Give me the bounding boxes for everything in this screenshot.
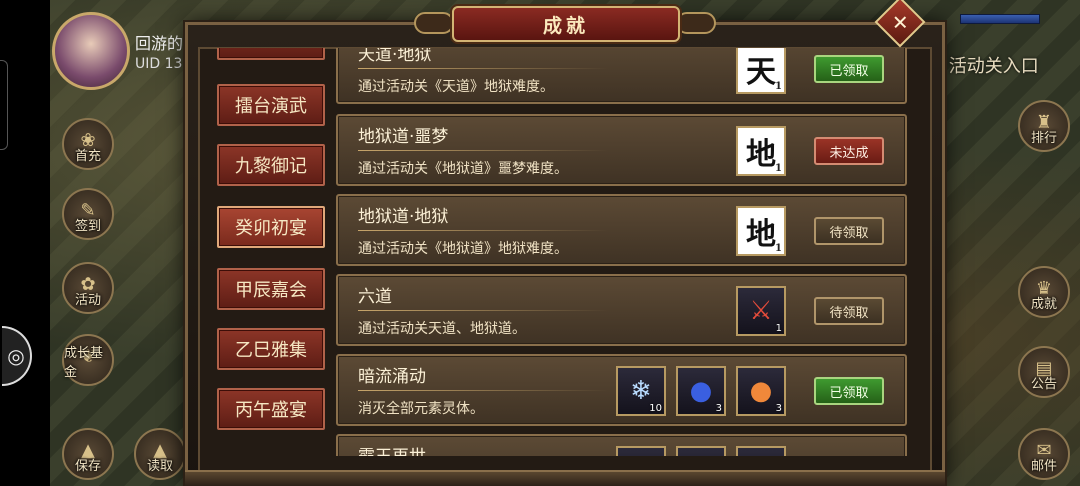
reward-item[interactable]: ● 3 (676, 366, 726, 416)
rank-label: 排行 (1030, 131, 1057, 146)
sign-in-button[interactable]: ✎ 签到 (62, 188, 114, 240)
title-ornament-right (676, 12, 716, 34)
achievement-title: 地狱道·噩梦 (358, 127, 449, 147)
reward-count: 1 (775, 163, 782, 174)
achievement-desc: 通过活动关《地狱道》噩梦难度。 (358, 161, 568, 177)
panel-bottom-frame (185, 470, 945, 486)
reward-glyph: 地 (746, 217, 776, 252)
reward-item[interactable]: ⚔ 1 (736, 286, 786, 336)
reward-glyph: 天 (746, 55, 776, 90)
player-avatar[interactable] (52, 12, 130, 90)
reward-count: 1 (775, 323, 782, 334)
edge-handle[interactable] (0, 60, 8, 150)
status-button[interactable]: 待领取 (814, 297, 884, 325)
achievement-desc: 消灭全部元素灵体。 (358, 401, 484, 417)
status-button[interactable]: 已领取 (814, 55, 884, 83)
orange-berry-icon: ● (749, 376, 773, 406)
growth-fund-button[interactable]: ❦ 成长基金 (62, 334, 114, 386)
reward-item[interactable] (736, 446, 786, 456)
reward-count: 3 (715, 403, 722, 414)
tab-jiuli-yuji[interactable]: 九黎御记 (217, 144, 325, 186)
row-divider (358, 68, 608, 69)
achievement-title: 六道 (358, 287, 392, 307)
sword-icon: ⚔ (749, 296, 773, 326)
blue-berry-icon: ● (689, 376, 713, 406)
reward-item[interactable]: 天 1 (736, 48, 786, 94)
growth-fund-label: 成长基金 (64, 346, 104, 380)
panel-title: 成就 (452, 6, 680, 42)
status-button[interactable]: 已领取 (814, 377, 884, 405)
reward-item[interactable] (676, 446, 726, 456)
rank-button[interactable]: ♜ 排行 (1018, 100, 1070, 152)
reward-item[interactable]: ● 3 (736, 366, 786, 416)
mail-button[interactable]: ✉ 邮件 (1018, 428, 1070, 480)
energy-bar (960, 14, 1040, 24)
reward-count: 1 (775, 243, 782, 254)
achievement-list[interactable]: 天道·地狱 通过活动关《天道》地狱难度。 天 1 已领取 地狱道·噩梦 通过活动… (336, 48, 907, 456)
title-ornament-left (414, 12, 454, 34)
close-icon: ✕ (891, 9, 909, 34)
reward-count: 1 (775, 81, 782, 92)
status-button[interactable]: 待领取 (814, 217, 884, 245)
status-button[interactable]: 未达成 (814, 137, 884, 165)
achievement-row: 六道 通过活动关天道、地狱道。 ⚔ 1 待领取 (336, 274, 907, 346)
tab-yisi-yaji[interactable]: 乙巳雅集 (217, 328, 325, 370)
achievement-row: 霸王再世 (336, 434, 907, 456)
crystal-icon: ❄ (630, 376, 652, 406)
first-recharge-label: 首充 (74, 149, 101, 164)
activity-label: 活动 (74, 293, 101, 308)
row-divider (358, 230, 608, 231)
sign-in-label: 签到 (74, 219, 101, 234)
achievement-button[interactable]: ♛ 成就 (1018, 266, 1070, 318)
first-recharge-button[interactable]: ❀ 首充 (62, 118, 114, 170)
reward-item[interactable]: ❄ 10 (616, 366, 666, 416)
reward-count: 10 (649, 403, 662, 414)
reward-count: 3 (775, 403, 782, 414)
row-divider (358, 150, 608, 151)
achievement-desc: 通过活动关天道、地狱道。 (358, 321, 526, 337)
achievement-row: 地狱道·地狱 通过活动关《地狱道》地狱难度。 地 1 待领取 (336, 194, 907, 266)
row-divider (358, 310, 608, 311)
achievement-desc: 通过活动关《地狱道》地狱难度。 (358, 241, 568, 257)
reward-item[interactable]: 地 1 (736, 126, 786, 176)
achievement-label: 成就 (1030, 297, 1057, 312)
achievement-desc: 通过活动关《天道》地狱难度。 (358, 79, 554, 95)
tab-jiachen-jiahui[interactable]: 甲辰嘉会 (217, 268, 325, 310)
reward-glyph: 地 (746, 137, 776, 172)
tab-guimao-chuyan[interactable]: 癸卯初宴 (217, 206, 325, 248)
achievement-title: 地狱道·地狱 (358, 207, 449, 227)
reward-item[interactable] (616, 446, 666, 456)
save-button[interactable]: ▲ 保存 (62, 428, 114, 480)
category-tabs: 擂台演武 九黎御记 癸卯初宴 甲辰嘉会 乙巳雅集 丙午盛宴 (205, 48, 335, 486)
notice-label: 公告 (1030, 377, 1057, 392)
achievement-title: 霸王再世 (358, 442, 426, 456)
tab-leitai-yanwu[interactable]: 擂台演武 (217, 84, 325, 126)
screen-edge (0, 0, 50, 486)
save-label: 保存 (74, 459, 101, 474)
row-divider (358, 390, 608, 391)
load-label: 读取 (146, 459, 173, 474)
tab-bingwu-shengyan[interactable]: 丙午盛宴 (217, 388, 325, 430)
notice-button[interactable]: ▤ 公告 (1018, 346, 1070, 398)
activity-button[interactable]: ✿ 活动 (62, 262, 114, 314)
mail-label: 邮件 (1030, 459, 1057, 474)
achievement-row: 地狱道·噩梦 通过活动关《地狱道》噩梦难度。 地 1 未达成 (336, 114, 907, 186)
reward-item[interactable]: 地 1 (736, 206, 786, 256)
achievement-title: 天道·地狱 (358, 48, 432, 65)
achievement-row: 天道·地狱 通过活动关《天道》地狱难度。 天 1 已领取 (336, 48, 907, 104)
load-button[interactable]: ▲ 读取 (134, 428, 186, 480)
achievement-row: 暗流涌动 消灭全部元素灵体。 ❄ 10 ● 3 ● 3 已领取 (336, 354, 907, 426)
tab-partial-top[interactable] (217, 48, 325, 60)
achievement-title: 暗流涌动 (358, 367, 426, 387)
